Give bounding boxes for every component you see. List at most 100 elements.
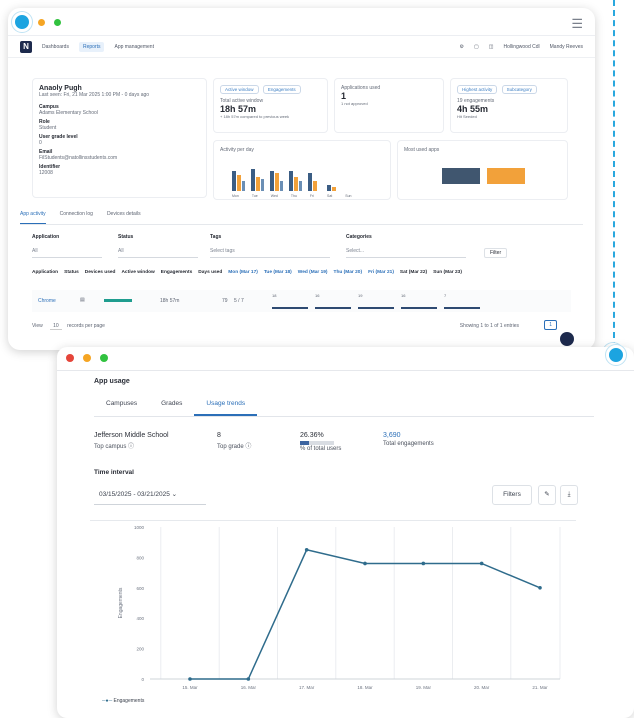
settings-icon[interactable]: ⚙ bbox=[460, 44, 464, 50]
org-selector[interactable]: Hollingwood Cdl bbox=[504, 44, 540, 50]
engagements-value: 4h 55m bbox=[457, 104, 489, 114]
info-icon[interactable]: ⓘ bbox=[128, 444, 134, 450]
col-engagements[interactable]: Engagements bbox=[161, 270, 192, 275]
most-used-apps-card: Most used apps bbox=[397, 140, 568, 200]
tab-subcategory[interactable]: Subcategory bbox=[501, 85, 537, 94]
row-app-name[interactable]: Chrome bbox=[38, 298, 56, 304]
categories-label: Categories bbox=[346, 234, 372, 240]
activity-day-label: Wed bbox=[270, 194, 278, 198]
x-tick-label: 19. Mar bbox=[416, 685, 432, 690]
col-fri[interactable]: Fri (Mar 21) bbox=[368, 270, 394, 275]
student-card: Anaoly Pugh Last seen: Fri, 21 Mar 2025 … bbox=[32, 78, 207, 198]
date-range-select[interactable]: 03/15/2025 - 03/21/2025 ⌄ bbox=[94, 485, 206, 505]
detail-tabs: App activity Connection log Devices deta… bbox=[20, 211, 583, 225]
nav-reports[interactable]: Reports bbox=[78, 41, 105, 52]
maximize-dot[interactable] bbox=[100, 354, 108, 362]
date-range-value: 03/15/2025 - 03/21/2025 bbox=[99, 491, 170, 498]
app-logo: N bbox=[20, 40, 32, 53]
data-point bbox=[421, 561, 426, 566]
calendar-icon[interactable]: ▢ bbox=[474, 44, 479, 50]
nav-dashboards[interactable]: Dashboards bbox=[42, 44, 69, 50]
col-devices[interactable]: Devices used bbox=[85, 270, 116, 275]
table-row[interactable]: Chrome ▤ 18h 57m 79 5 / 7 18 16 19 16 7 bbox=[32, 290, 571, 312]
tags-select[interactable]: Select tags bbox=[210, 248, 330, 258]
col-sun[interactable]: Sun (Mar 23) bbox=[433, 270, 462, 275]
page-button[interactable]: 1 bbox=[544, 320, 557, 330]
activity-days: Mon Tue Wed Thu Fri Sat Sun bbox=[232, 194, 351, 198]
nav-app-management[interactable]: App management bbox=[114, 44, 153, 50]
status-select[interactable]: All bbox=[118, 248, 198, 258]
download-icon[interactable]: ⤓ bbox=[560, 485, 578, 505]
status-label: Status bbox=[118, 234, 134, 240]
percent-label: % of total users bbox=[300, 446, 342, 452]
usage-trends-chart: 0 200 400 600 800 1000 Engagements 15. Mar 16. M… bbox=[90, 520, 576, 698]
top-grade-stat: 8 Top grade ⓘ bbox=[217, 432, 251, 450]
col-active-window[interactable]: Active window bbox=[121, 270, 154, 275]
day-cell: 19 bbox=[358, 293, 394, 309]
col-days-used[interactable]: Days used bbox=[198, 270, 222, 275]
window-titlebar bbox=[57, 347, 634, 371]
student-detail-window: ☰ N Dashboards Reports App management ⚙ … bbox=[8, 8, 595, 350]
data-point bbox=[538, 586, 542, 590]
percent-value: 26.36% bbox=[300, 432, 324, 439]
top-campus-label: Top campus bbox=[94, 444, 127, 450]
filters-button[interactable]: Filters bbox=[492, 485, 532, 505]
y-tick-label: 200 bbox=[136, 647, 144, 652]
tab-connection-log[interactable]: Connection log bbox=[60, 211, 93, 224]
top-campus-stat: Jefferson Middle School Top campus ⓘ bbox=[94, 432, 169, 450]
chart-legend[interactable]: ─●─ Engagements bbox=[102, 698, 144, 704]
connector-dot bbox=[606, 345, 626, 365]
tab-active-window[interactable]: Active window bbox=[220, 85, 259, 94]
tab-campuses[interactable]: Campuses bbox=[94, 393, 149, 416]
row-days-used: 5 / 7 bbox=[234, 298, 244, 304]
per-page-select[interactable]: 10 bbox=[50, 323, 62, 330]
minimize-dot[interactable] bbox=[83, 354, 91, 362]
user-menu[interactable]: Mandy Reeves bbox=[550, 44, 583, 50]
col-sat[interactable]: Sat (Mar 22) bbox=[400, 270, 427, 275]
chat-icon[interactable] bbox=[560, 332, 574, 346]
series-line bbox=[190, 548, 541, 680]
showing-label: Showing 1 to 1 of 1 entries bbox=[459, 323, 519, 329]
col-wed[interactable]: Wed (Mar 19) bbox=[298, 270, 328, 275]
activity-day-label: Mon bbox=[232, 194, 239, 198]
tab-devices-details[interactable]: Devices details bbox=[107, 211, 141, 224]
top-campus-value: Jefferson Middle School bbox=[94, 432, 169, 439]
y-tick-label: 400 bbox=[136, 616, 144, 621]
day-cell: 18 bbox=[272, 293, 308, 309]
data-point bbox=[246, 677, 251, 681]
tab-grades[interactable]: Grades bbox=[149, 393, 194, 416]
time-interval-label: Time interval bbox=[94, 469, 134, 476]
x-tick-label: 20. Mar bbox=[474, 685, 490, 690]
grade-value: 0 bbox=[39, 140, 42, 146]
activity-day-label: Fri bbox=[309, 194, 314, 198]
active-window-value: 18h 57m bbox=[220, 104, 257, 114]
legend-marker-icon: ─●─ bbox=[102, 698, 113, 704]
close-dot[interactable] bbox=[66, 354, 74, 362]
x-tick-label: 16. Mar bbox=[241, 685, 257, 690]
tab-engagements[interactable]: Engagements bbox=[262, 85, 301, 94]
tab-app-activity[interactable]: App activity bbox=[20, 211, 46, 224]
categories-select[interactable]: Select... bbox=[346, 248, 466, 258]
col-tue[interactable]: Tue (Mar 18) bbox=[264, 270, 292, 275]
tab-highest-activity[interactable]: Highest activity bbox=[457, 85, 498, 94]
col-application[interactable]: Application bbox=[32, 270, 58, 275]
col-thu[interactable]: Thu (Mar 20) bbox=[334, 270, 363, 275]
app-bar-2 bbox=[487, 168, 525, 184]
menu-icon[interactable]: ☰ bbox=[571, 16, 583, 32]
engagements-note: Hit Seeded bbox=[457, 114, 477, 119]
most-used-title: Most used apps bbox=[404, 147, 440, 153]
records-label: records per page bbox=[67, 323, 105, 329]
help-icon[interactable]: ◫ bbox=[489, 44, 494, 50]
filter-button[interactable]: Filter bbox=[484, 248, 508, 258]
tab-usage-trends[interactable]: Usage trends bbox=[194, 393, 258, 416]
x-tick-label: 17. Mar bbox=[299, 685, 315, 690]
col-status[interactable]: Status bbox=[64, 270, 79, 275]
minimize-dot[interactable] bbox=[38, 19, 45, 26]
line-chart: 0 200 400 600 800 1000 Engagements 15. Mar 16. M… bbox=[118, 525, 561, 690]
info-icon[interactable]: ⓘ bbox=[245, 444, 251, 450]
edit-icon[interactable]: ✎ bbox=[538, 485, 556, 505]
data-point bbox=[188, 677, 192, 681]
maximize-dot[interactable] bbox=[54, 19, 61, 26]
col-mon[interactable]: Mon (Mar 17) bbox=[228, 270, 258, 275]
application-select[interactable]: All bbox=[32, 248, 102, 258]
